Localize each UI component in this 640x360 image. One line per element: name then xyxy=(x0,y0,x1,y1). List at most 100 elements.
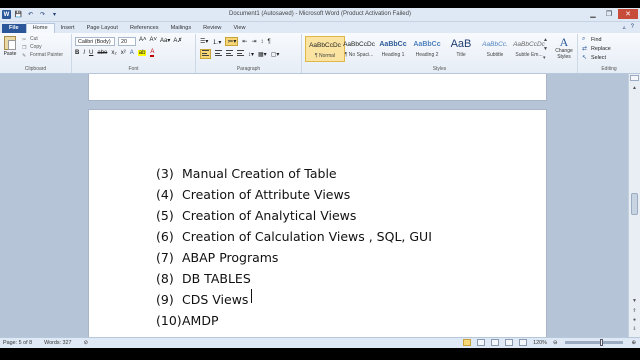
web-layout-view-button[interactable] xyxy=(491,339,500,346)
find-label: Find xyxy=(591,36,602,43)
print-layout-view-button[interactable] xyxy=(463,339,472,346)
full-screen-reading-view-button[interactable] xyxy=(477,339,486,346)
align-right-button[interactable] xyxy=(226,50,233,58)
line-spacing-button[interactable]: ↕▾ xyxy=(248,51,254,58)
minimize-button[interactable]: ▁ xyxy=(586,9,600,19)
bullets-button[interactable]: ☰▾ xyxy=(200,38,208,45)
multilevel-list-button[interactable]: ≔▾ xyxy=(225,37,239,46)
list-text: ABAP Programs xyxy=(182,250,279,265)
cut-button[interactable]: ✂ Cut xyxy=(22,36,63,43)
text-effects-button[interactable]: A xyxy=(130,50,134,56)
list-number: (4) xyxy=(156,187,174,202)
justify-button[interactable] xyxy=(237,50,244,58)
proofing-icon[interactable]: ⊘ xyxy=(84,340,89,346)
format-painter-label: Format Painter xyxy=(30,52,64,58)
change-styles-button[interactable]: A Change Styles xyxy=(552,36,576,60)
window-controls: ▁ ❐ ✕ xyxy=(586,9,638,19)
close-button[interactable]: ✕ xyxy=(618,9,638,19)
list-number: (6) xyxy=(156,229,174,244)
draft-view-button[interactable] xyxy=(519,339,528,346)
vertical-scrollbar[interactable]: ▲ ▼ ⇑ ● ⇓ xyxy=(628,74,640,337)
paste-button[interactable]: Paste xyxy=(3,36,17,57)
help-icon[interactable]: ? xyxy=(631,24,634,31)
sort-button[interactable]: ↕ xyxy=(260,39,263,45)
grow-font-button[interactable]: A˄ xyxy=(139,37,147,44)
highlight-button[interactable]: ab xyxy=(137,50,147,56)
align-left-button[interactable] xyxy=(200,49,211,59)
subscript-button[interactable]: x₂ xyxy=(111,50,116,56)
align-center-button[interactable] xyxy=(215,50,222,58)
scroll-thumb[interactable] xyxy=(631,193,638,215)
scroll-up-icon[interactable]: ▲ xyxy=(629,83,640,92)
document-area[interactable]: (3) Manual Creation of Table (4) Creation … xyxy=(0,74,628,337)
list-item[interactable]: (4) Creation of Attribute Views xyxy=(156,184,432,205)
tab-view[interactable]: View xyxy=(227,24,251,33)
ribbon: Paste ✂ Cut ❐ Copy ✎ Format Painter Clipboa… xyxy=(0,33,640,74)
superscript-button[interactable]: x² xyxy=(121,50,126,56)
gallery-down-icon[interactable]: ▼ xyxy=(543,46,548,52)
previous-page-bottom[interactable] xyxy=(88,74,547,101)
list-number: (10) xyxy=(156,313,182,328)
previous-page-icon[interactable]: ⇑ xyxy=(629,306,640,315)
zoom-in-button[interactable]: ⊕ xyxy=(631,340,636,346)
tab-file[interactable]: File xyxy=(2,24,26,33)
replace-button[interactable]: ⇄ Replace xyxy=(582,45,611,53)
list-item[interactable]: (7) ABAP Programs xyxy=(156,247,432,268)
clear-formatting-button[interactable]: A✗ xyxy=(173,37,182,44)
list-item[interactable]: (9) CDS Views xyxy=(156,289,432,310)
find-button[interactable]: ⌕ Find xyxy=(582,36,611,43)
list-item[interactable]: (10) AMDP xyxy=(156,310,432,331)
binoculars-icon: ⌕ xyxy=(582,36,586,42)
zoom-slider-knob[interactable] xyxy=(600,339,604,346)
italic-button[interactable]: I xyxy=(83,50,85,56)
minimize-ribbon-icon[interactable]: ▵ xyxy=(623,24,626,31)
font-name-box[interactable]: Calibri (Body) xyxy=(75,37,115,46)
next-page-icon[interactable]: ⇓ xyxy=(629,324,640,333)
font-size-box[interactable]: 20 xyxy=(118,37,136,46)
view-ruler-button[interactable] xyxy=(630,75,639,81)
zoom-slider[interactable] xyxy=(565,339,624,346)
gallery-up-icon[interactable]: ▲ xyxy=(543,37,548,43)
font-color-button[interactable]: A xyxy=(150,49,155,57)
list-item[interactable]: (3) Manual Creation of Table xyxy=(156,163,432,184)
zoom-out-button[interactable]: ⊖ xyxy=(553,340,558,346)
browse-object-icon[interactable]: ● xyxy=(629,315,640,324)
numbering-button[interactable]: ⒈▾ xyxy=(212,37,221,46)
increase-indent-button[interactable]: ⇥ xyxy=(251,38,256,45)
tab-mailings[interactable]: Mailings xyxy=(165,24,198,33)
bold-button[interactable]: B xyxy=(75,50,79,56)
decrease-indent-button[interactable]: ⇤ xyxy=(242,38,247,45)
select-button[interactable]: ↖ Select xyxy=(582,54,611,62)
copy-button[interactable]: ❐ Copy xyxy=(22,44,63,51)
tab-review[interactable]: Review xyxy=(197,24,227,33)
paragraph-group: ☰▾ ⒈▾ ≔▾ ⇤ ⇥ ↕ ¶ ↕▾ ▦▾ ▢▾ Paragraph xyxy=(196,34,302,73)
restore-button[interactable]: ❐ xyxy=(602,9,616,19)
ribbon-tabs: File Home Insert Page Layout References … xyxy=(0,22,640,33)
show-formatting-button[interactable]: ¶ xyxy=(267,39,270,45)
list-item[interactable]: (8) DB TABLES xyxy=(156,268,432,289)
shrink-font-button[interactable]: A˅ xyxy=(150,37,158,44)
page-count[interactable]: Page: 5 of 8 xyxy=(3,340,32,346)
strikethrough-button[interactable]: abe xyxy=(97,50,107,56)
scroll-down-icon[interactable]: ▼ xyxy=(629,296,640,305)
shading-button[interactable]: ▦▾ xyxy=(258,51,267,58)
list-item[interactable]: (5) Creation of Analytical Views xyxy=(156,205,432,226)
word-count[interactable]: Words: 327 xyxy=(44,340,71,346)
replace-label: Replace xyxy=(591,45,611,52)
underline-button[interactable]: U xyxy=(89,50,93,56)
gallery-more-icon[interactable]: ▾ xyxy=(543,55,548,61)
tab-insert[interactable]: Insert xyxy=(55,24,81,33)
tab-page-layout[interactable]: Page Layout xyxy=(81,24,124,33)
change-case-button[interactable]: Aa▾ xyxy=(160,37,170,44)
outline-view-button[interactable] xyxy=(505,339,514,346)
zoom-level[interactable]: 120% xyxy=(533,340,547,346)
borders-button[interactable]: ▢▾ xyxy=(271,51,280,58)
tab-references[interactable]: References xyxy=(124,24,165,33)
document-page[interactable]: (3) Manual Creation of Table (4) Creation … xyxy=(88,109,547,337)
scissors-icon: ✂ xyxy=(22,36,27,43)
status-left: Page: 5 of 8 Words: 327 ⊘ xyxy=(3,340,88,346)
list-item[interactable]: (6) Creation of Calculation Views , SQL, … xyxy=(156,226,432,247)
tab-home[interactable]: Home xyxy=(25,23,55,33)
editing-group-label: Editing xyxy=(601,66,617,72)
format-painter-button[interactable]: ✎ Format Painter xyxy=(22,52,64,59)
